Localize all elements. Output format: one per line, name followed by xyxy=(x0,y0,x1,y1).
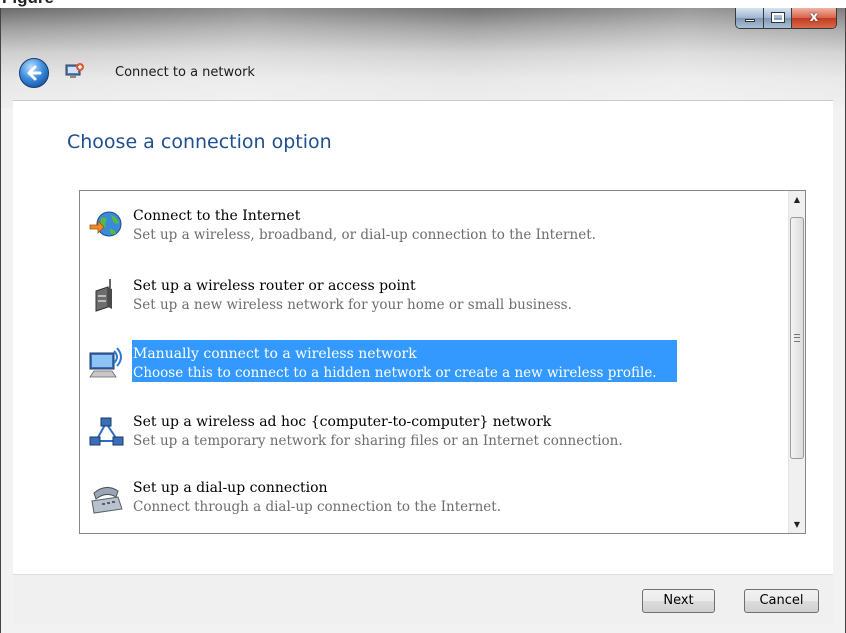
back-arrow-icon xyxy=(27,65,42,81)
maximize-icon xyxy=(771,12,785,23)
minimize-button[interactable] xyxy=(736,8,764,28)
option-manual-wireless-content[interactable]: Manually connect to a wireless network C… xyxy=(80,337,780,383)
dialup-phone-icon xyxy=(91,487,123,514)
connect-to-network-window: x Connect to a network Choose a connecti… xyxy=(0,8,846,633)
cancel-button[interactable]: Cancel xyxy=(744,589,819,613)
minimize-icon xyxy=(745,19,755,22)
ad-hoc-network-icon xyxy=(89,417,124,446)
option-dial-up[interactable]: Set up a dial-up connection Connect thro… xyxy=(80,471,780,517)
option-connect-internet[interactable]: Connect to the Internet Set up a wireles… xyxy=(80,199,780,245)
page-heading: Choose a connection option xyxy=(67,131,332,153)
maximize-button[interactable] xyxy=(764,8,792,28)
scroll-thumb[interactable] xyxy=(790,217,804,459)
globe-icon xyxy=(89,211,122,237)
grip-icon xyxy=(794,334,800,342)
close-icon: x xyxy=(809,10,819,25)
scroll-down-icon[interactable]: ▼ xyxy=(789,516,805,533)
option-title: Set up a wireless ad hoc {computer-to-co… xyxy=(133,414,552,430)
connection-options-list[interactable]: Connect to the Internet Set up a wireles… xyxy=(79,190,806,534)
option-ad-hoc[interactable]: Set up a wireless ad hoc {computer-to-co… xyxy=(80,405,780,451)
cropped-caption-text: Figure xyxy=(0,0,846,8)
next-button[interactable]: Next xyxy=(642,589,715,613)
option-description: Connect through a dial-up connection to … xyxy=(133,499,502,515)
option-description: Choose this to connect to a hidden netwo… xyxy=(133,365,657,381)
option-description: Set up a temporary network for sharing f… xyxy=(133,433,623,449)
button-footer: Next Cancel xyxy=(13,574,833,625)
caption-buttons: x xyxy=(735,8,837,29)
title-bar: x Connect to a network xyxy=(1,8,845,108)
option-title: Set up a dial-up connection xyxy=(133,480,328,496)
back-button[interactable] xyxy=(19,58,49,88)
scroll-up-icon[interactable]: ▲ xyxy=(789,191,805,208)
option-title: Manually connect to a wireless network xyxy=(133,346,417,362)
window-title: Connect to a network xyxy=(115,65,255,80)
list-scrollbar[interactable]: ▲ ▼ xyxy=(788,191,805,533)
option-description: Set up a wireless, broadband, or dial-up… xyxy=(133,227,596,243)
network-wizard-icon xyxy=(65,63,84,78)
wireless-computer-icon xyxy=(89,347,122,378)
close-button[interactable]: x xyxy=(792,8,836,28)
content-panel: Choose a connection option Connect to th… xyxy=(13,100,833,574)
option-title: Connect to the Internet xyxy=(133,208,301,224)
